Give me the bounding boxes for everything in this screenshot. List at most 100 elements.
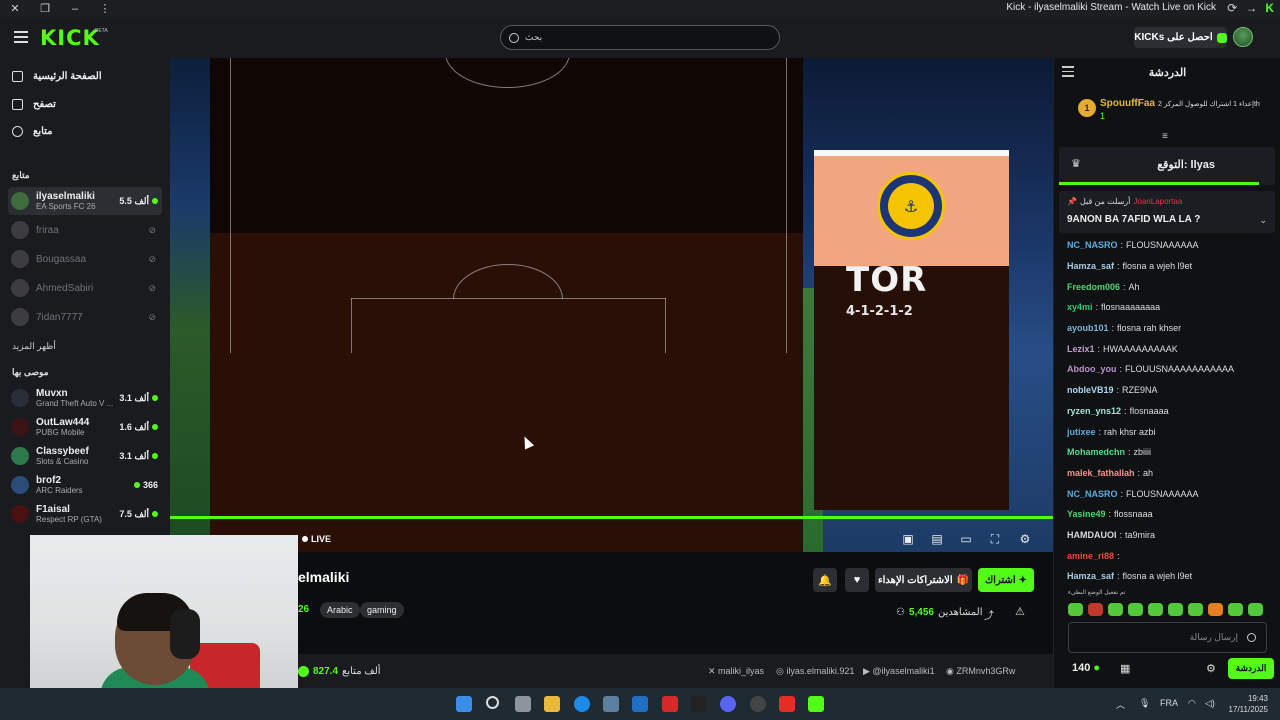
chat-username[interactable]: Hamza_saf (1067, 261, 1114, 271)
store-app-icon[interactable] (603, 696, 619, 712)
filter-icon[interactable]: ≡ (1162, 131, 1168, 142)
channel-item[interactable]: Bougassaa ⊘ (8, 245, 162, 273)
chat-username[interactable]: amine_ri88 (1067, 551, 1114, 561)
chat-username[interactable]: xy4mi (1067, 302, 1093, 312)
emote-icon[interactable] (1228, 603, 1243, 616)
gifter-name[interactable]: SpouuffFaa (1100, 98, 1155, 109)
clip-icon[interactable]: ▤ (930, 532, 944, 546)
chevron-down-icon[interactable]: ⌄ (1259, 215, 1267, 226)
video-player[interactable]: ⚓ TOR 4-1-2-1-2 LIVE ▣ ▤ ▭ ⛶ ⚙ (170, 58, 1053, 552)
tag-arabic[interactable]: Arabic (320, 602, 360, 618)
channel-item[interactable]: 7idan7777 ⊘ (8, 303, 162, 331)
channel-item[interactable]: Muvxn Grand Theft Auto V ... 3.1 ألف (8, 384, 162, 412)
emote-icon[interactable] (1248, 603, 1263, 616)
start-icon[interactable] (456, 696, 472, 712)
clock[interactable]: 19:43 17/11/2025 (1224, 693, 1268, 715)
chat-username[interactable]: NC_NASRO (1067, 489, 1118, 499)
sidebar-item-browse[interactable]: تصفح (12, 99, 56, 110)
channel-item[interactable]: OutLaw444 PUBG Mobile 1.6 ألف (8, 413, 162, 441)
channel-item[interactable]: ilyaselmaliki EA Sports FC 26 5.5 ألف (8, 187, 162, 215)
wifi-icon[interactable]: ◠ (1188, 698, 1196, 709)
send-chat-button[interactable]: الدردشة (1228, 658, 1274, 679)
epic-games-icon[interactable] (691, 696, 707, 712)
gift-subs-button[interactable]: الاشتراكات الإهداء 🎁 (875, 568, 972, 592)
emote-icon[interactable] (1168, 603, 1183, 616)
chat-settings-icon[interactable]: ⚙ (1206, 662, 1216, 675)
search-icon[interactable] (486, 696, 499, 709)
show-more-link[interactable]: أظهر المزيد (12, 341, 56, 352)
subscribe-button[interactable]: اشتراك ✦ (978, 568, 1034, 592)
notifications-button[interactable]: 🔔 (813, 568, 837, 592)
emote-icon[interactable] (1128, 603, 1143, 616)
chat-username[interactable]: ryzen_yns12 (1067, 406, 1121, 416)
discord-icon[interactable] (720, 696, 736, 712)
chat-username[interactable]: Mohamedchn (1067, 447, 1125, 457)
follow-button[interactable]: ♥ (845, 568, 869, 592)
chat-username[interactable]: jutixee (1067, 427, 1096, 437)
emote-icon[interactable] (1148, 603, 1163, 616)
chat-username[interactable]: Abdoo_you (1067, 364, 1117, 374)
channel-item[interactable]: Classybeef Slots & Casino 3.1 ألف (8, 442, 162, 470)
close-icon[interactable]: ✕ (0, 0, 30, 17)
volume-icon[interactable]: ◁) (1205, 698, 1215, 709)
file-explorer-icon[interactable] (544, 696, 560, 712)
chat-input[interactable]: إرسال رسالة (1068, 622, 1267, 653)
edge-icon[interactable] (574, 696, 590, 712)
minimize-icon[interactable]: – (60, 0, 90, 17)
collapse-chat-icon[interactable] (1062, 66, 1074, 80)
microphone-icon[interactable]: 🎙 (1139, 698, 1150, 709)
chat-username[interactable]: NC_NASRO (1067, 240, 1118, 250)
emote-icon[interactable] (1108, 603, 1123, 616)
youtube-icon[interactable] (779, 696, 795, 712)
steam-icon[interactable] (750, 696, 766, 712)
language-indicator[interactable]: FRA (1160, 698, 1178, 708)
share-icon[interactable]: ⤴ (984, 607, 994, 622)
search-input[interactable]: بحث (500, 25, 780, 50)
outlook-icon[interactable] (632, 696, 648, 712)
pinned-user[interactable]: JoanLaportaa (1133, 197, 1182, 206)
sidebar-item-following[interactable]: متابع (12, 126, 53, 137)
social-link-instagram[interactable]: ◎ ilyas.elmaliki.921 (776, 666, 854, 677)
chat-username[interactable]: Lezix1 (1067, 344, 1095, 354)
theater-mode-icon[interactable]: ▭ (959, 532, 973, 546)
settings-icon[interactable]: ⚙ (1018, 532, 1032, 546)
social-link-x[interactable]: ✕ maliki_ilyas (708, 666, 764, 677)
streamer-name[interactable]: elmaliki (298, 569, 349, 585)
kick-logo[interactable]: KICK (40, 26, 100, 50)
emote-icon[interactable] (1208, 603, 1223, 616)
category-label[interactable]: 26 (298, 604, 309, 615)
chat-username[interactable]: ayoub101 (1067, 323, 1109, 333)
emote-icon[interactable] (1068, 603, 1083, 616)
tag-gaming[interactable]: gaming (360, 602, 404, 618)
emote-icon[interactable] (1188, 603, 1203, 616)
channel-item[interactable]: F1aisal Respect RP (GTA) 7.5 ألف (8, 500, 162, 528)
sidebar-item-home[interactable]: الصفحة الرئيسية (12, 71, 102, 82)
store-icon[interactable]: ▦ (1120, 662, 1130, 675)
task-view-icon[interactable] (515, 696, 531, 712)
report-icon[interactable]: ⚠ (1015, 605, 1025, 618)
forward-icon[interactable]: → (1245, 1, 1257, 15)
fullscreen-icon[interactable]: ⛶ (988, 532, 1002, 546)
chat-username[interactable]: Yasine49 (1067, 509, 1106, 519)
user-avatar[interactable] (1233, 27, 1253, 47)
social-link-youtube[interactable]: ▶ @ilyaselmaliki1 (863, 666, 935, 677)
prediction-banner[interactable]: ♛ التوقع: llyas (1059, 147, 1275, 185)
mini-player-icon[interactable]: ▣ (901, 532, 915, 546)
chat-username[interactable]: Freedom006 (1067, 282, 1120, 292)
chat-username[interactable]: HAMDAUOI (1067, 530, 1117, 540)
app-icon[interactable] (662, 696, 678, 712)
emote-icon[interactable] (1088, 603, 1103, 616)
tray-chevron-icon[interactable]: ︿ (1116, 698, 1125, 711)
chat-username[interactable]: Hamza_saf (1067, 571, 1114, 581)
more-icon[interactable]: ⋮ (90, 0, 120, 17)
menu-icon[interactable] (14, 31, 28, 46)
channel-item[interactable]: brof2 ARC Raiders 366 (8, 471, 162, 499)
kicks-balance[interactable]: 140 ● (1072, 662, 1100, 674)
get-kicks-button[interactable]: KICKs احصل على (1134, 27, 1227, 48)
kick-app-icon[interactable] (808, 696, 824, 712)
channel-item[interactable]: AhmedSabiri ⊘ (8, 274, 162, 302)
emoji-icon[interactable] (1247, 633, 1256, 642)
pinned-message[interactable]: 📌 أرسلت من قبل JoanLaportaa 9ANON BA 7AF… (1059, 191, 1275, 233)
video-progress-bar[interactable] (170, 516, 1053, 519)
channel-item[interactable]: friraa ⊘ (8, 216, 162, 244)
